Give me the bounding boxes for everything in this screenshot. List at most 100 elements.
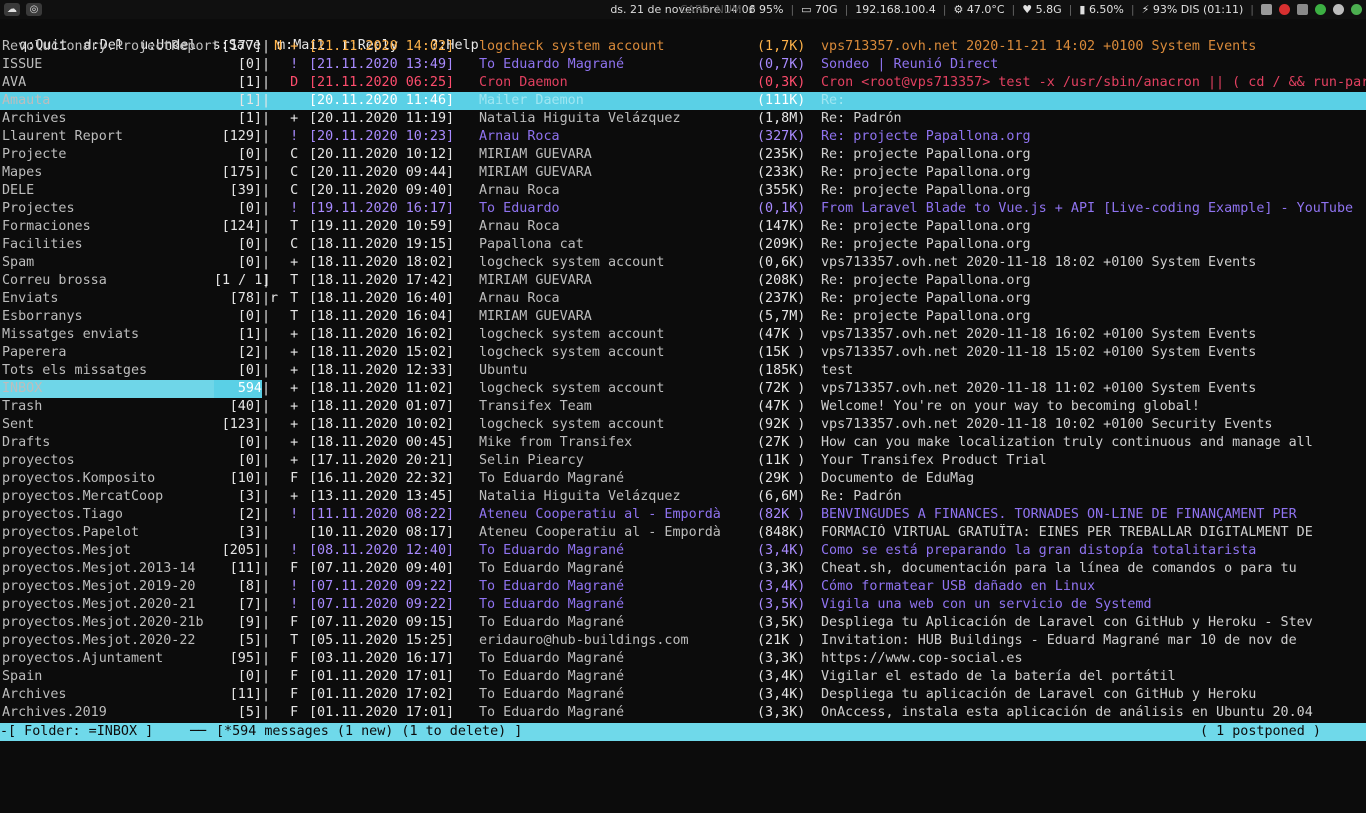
sidebar-folder-name[interactable]: Amauta [2,92,216,110]
sidebar-folder-name[interactable]: proyectos.Mesjot.2020-21b [2,614,216,632]
message-subject: OnAccess, instala esta aplicación de aná… [821,705,1313,720]
sidebar-folder-name[interactable]: Trash [2,398,216,416]
sidebar-folder-name[interactable]: Projecte [2,146,216,164]
speaker-icon[interactable] [1333,4,1344,15]
table-row[interactable]: Llaurent Report [129] | ! [20.11.2020 10:23… [0,128,1366,146]
message-sender: Arnau Roca [479,291,560,306]
sidebar-folder-name[interactable]: proyectos.Mesjot.2020-21 [2,596,216,614]
sidebar-folder-name[interactable]: proyectos.Mesjot.2019-20 [2,578,216,596]
sidebar-folder-name[interactable]: proyectos.Mesjot.2013-14 [2,560,216,578]
sidebar-folder-name[interactable]: proyectos.Ajuntament [2,650,216,668]
table-row[interactable]: ISSUE [0] | ! [21.11.2020 13:49] To Eduardo … [0,56,1366,74]
table-row[interactable]: Amauta [1] | [20.11.2020 11:46] Mailer Daem… [0,92,1366,110]
table-row[interactable]: Projectes [0] | ! [19.11.2020 16:17] To Edua… [0,200,1366,218]
table-row[interactable]: proyectos.Mesjot.2019-20 [8] | ! [07.11.202… [0,578,1366,596]
sidebar-folder-name[interactable]: Tots els missatges [2,362,216,380]
message-size: (3,3K) [757,561,806,576]
update-ok-icon[interactable] [1315,4,1326,15]
message-sender: Transifex Team [479,399,592,414]
sidebar-folder-name[interactable]: AVA [2,74,216,92]
table-row[interactable]: AVA [1] | D [21.11.2020 06:25] Cron Daemon (0… [0,74,1366,92]
table-row[interactable]: Archives [1] | + [20.11.2020 11:19] Natalia … [0,110,1366,128]
sidebar-folder-name[interactable]: Archives [2,110,216,128]
table-row[interactable]: proyectos.MercatCoop [3] | + [13.11.2020 13… [0,488,1366,506]
message-flags: F [274,669,299,684]
table-row[interactable]: Missatges enviats [1] | + [18.11.2020 16:02… [0,326,1366,344]
sidebar-folder-name[interactable]: ISSUE [2,56,216,74]
sidebar-folder-name[interactable]: Paperera [2,344,216,362]
table-row[interactable]: Sent [123] | + [18.11.2020 10:02] logcheck s… [0,416,1366,434]
sidebar-folder-name[interactable]: proyectos.Mesjot [2,542,216,560]
sidebar-folder-name[interactable]: INBOX [2,380,216,398]
sidebar-folder-name[interactable]: proyectos.MercatCoop [2,488,216,506]
sidebar-folder-name[interactable]: Archives.2019 [2,704,216,722]
sidebar-folder-name[interactable]: Sent [2,416,216,434]
table-row[interactable]: proyectos.Mesjot.2020-22 [5] | T [05.11.202… [0,632,1366,650]
row-separator: | [262,489,271,504]
sidebar-folder-name[interactable]: proyectos.Komposito [2,470,216,488]
table-row[interactable]: Paperera [2] | + [18.11.2020 15:02] logcheck… [0,344,1366,362]
table-row[interactable]: proyectos.Ajuntament [95] | F [03.11.2020 1… [0,650,1366,668]
message-flags: ! [274,543,299,558]
message-flags: F [274,651,299,666]
table-row[interactable]: proyectos.Mesjot.2020-21b [9] | F [07.11.20… [0,614,1366,632]
sidebar-folder-name[interactable]: Correu brossa [2,272,216,290]
row-separator: | [262,399,271,414]
sidebar-folder-name[interactable]: Llaurent Report [2,128,216,146]
message-date: [20.11.2020 11:46] [309,93,455,108]
message-date: [11.11.2020 08:22] [309,507,455,522]
table-row[interactable]: Revolucionary.ProjectReport [177] | N + [21.… [0,38,1366,56]
sidebar-folder-name[interactable]: Spain [2,668,216,686]
sidebar-folder-name[interactable]: Drafts [2,434,216,452]
network-signal-icon[interactable] [1297,4,1308,15]
sidebar-folder-name[interactable]: Archives [2,686,216,704]
table-row[interactable]: Facilities [0] | C [18.11.2020 19:15] Papall… [0,236,1366,254]
table-row[interactable]: Trash [40] | + [18.11.2020 01:07] Transifex … [0,398,1366,416]
table-row[interactable]: proyectos.Tiago [2] | ! [11.11.2020 08:22] A… [0,506,1366,524]
message-subject: Re: projecte Papallona.org [821,219,1031,234]
status-ok-icon[interactable] [1351,4,1362,15]
table-row[interactable]: proyectos.Mesjot [205] | ! [08.11.2020 12:4… [0,542,1366,560]
table-row[interactable]: proyectos.Mesjot.2020-21 [7] | ! [07.11.202… [0,596,1366,614]
table-row[interactable]: Mapes [175] | C [20.11.2020 09:44] MIRIAM GU… [0,164,1366,182]
sidebar-folder-name[interactable]: Revolucionary.ProjectReport [2,38,216,56]
sidebar-folder-name[interactable]: proyectos [2,452,216,470]
table-row[interactable]: Formaciones [124] | T [19.11.2020 10:59] Arn… [0,218,1366,236]
row-separator: | [262,129,271,144]
clipboard-icon[interactable] [1261,4,1272,15]
table-row[interactable]: Spam [0] | + [18.11.2020 18:02] logcheck sys… [0,254,1366,272]
sidebar-folder-name[interactable]: proyectos.Papelot [2,524,216,542]
table-row[interactable]: proyectos.Papelot [3] | [10.11.2020 08:17]… [0,524,1366,542]
table-row[interactable]: DELE [39] | C [20.11.2020 09:40] Arnau Roca (… [0,182,1366,200]
table-row[interactable]: proyectos.Komposito [10] | F [16.11.2020 22… [0,470,1366,488]
message-flags: + [274,363,299,378]
table-row[interactable]: Archives [11] | F [01.11.2020 17:02] To Edua… [0,686,1366,704]
table-row[interactable]: Esborranys [0] | T [18.11.2020 16:04] MIRIAM… [0,308,1366,326]
table-row[interactable]: Enviats [78] |r T [18.11.2020 16:40] Arnau R… [0,290,1366,308]
sidebar-folder-name[interactable]: Enviats [2,290,216,308]
sidebar-folder-name[interactable]: Facilities [2,236,216,254]
sidebar-folder-name[interactable]: DELE [2,182,216,200]
table-row[interactable]: INBOX 594 | + [18.11.2020 11:02] logcheck sy… [0,380,1366,398]
sidebar-folder-name[interactable]: Mapes [2,164,216,182]
sidebar-folder-name[interactable]: proyectos.Mesjot.2020-22 [2,632,216,650]
mail-notify-icon[interactable] [1279,4,1290,15]
sidebar-folder-name[interactable]: Missatges enviats [2,326,216,344]
table-row[interactable]: Drafts [0] | + [18.11.2020 00:45] Mike from … [0,434,1366,452]
command-line[interactable] [0,741,1366,768]
table-row[interactable]: Tots els missatges [0] | + [18.11.2020 12:3… [0,362,1366,380]
table-row[interactable]: Spain [0] | F [01.11.2020 17:01] To Eduardo … [0,668,1366,686]
table-row[interactable]: Projecte [0] | C [20.11.2020 10:12] MIRIAM G… [0,146,1366,164]
sidebar-folder-name[interactable]: Formaciones [2,218,216,236]
message-subject: Sondeo | Reunió Direct [821,57,999,72]
table-row[interactable]: Correu brossa [1 / 1] | T [18.11.2020 17:42… [0,272,1366,290]
message-size: (1,7K) [757,39,806,54]
message-date: [01.11.2020 17:02] [309,687,455,702]
table-row[interactable]: Archives.2019 [5] | F [01.11.2020 17:01] To … [0,704,1366,722]
sidebar-folder-name[interactable]: Esborranys [2,308,216,326]
sidebar-folder-name[interactable]: Projectes [2,200,216,218]
table-row[interactable]: proyectos [0] | + [17.11.2020 20:21] Selin P… [0,452,1366,470]
sidebar-folder-name[interactable]: Spam [2,254,216,272]
sidebar-folder-name[interactable]: proyectos.Tiago [2,506,216,524]
table-row[interactable]: proyectos.Mesjot.2013-14 [11] | F [07.11.20… [0,560,1366,578]
